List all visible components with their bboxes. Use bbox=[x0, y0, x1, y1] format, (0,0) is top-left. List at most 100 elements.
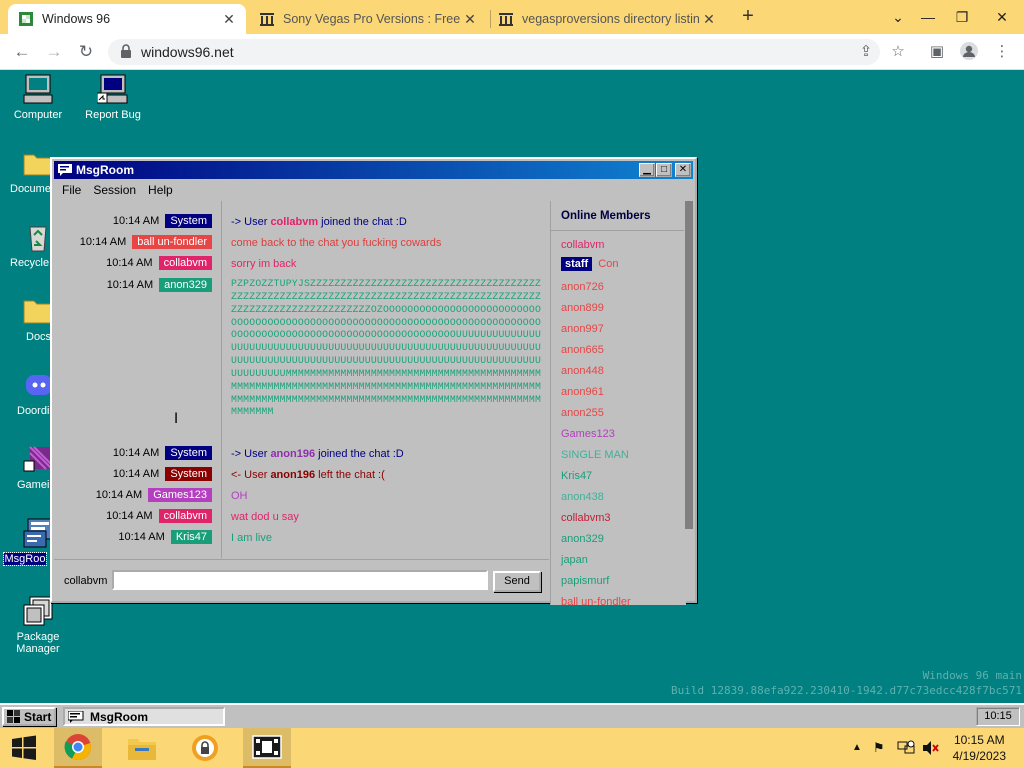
maximize-icon[interactable]: □ bbox=[656, 163, 672, 177]
message-username[interactable]: ball un-fondler bbox=[132, 235, 212, 249]
member-item[interactable]: SINGLE MAN bbox=[561, 449, 629, 461]
share-icon[interactable]: ⇪ bbox=[855, 41, 877, 63]
message-text: come back to the chat you fucking coward… bbox=[231, 237, 442, 249]
tab-windows96[interactable]: Windows 96 ✕ bbox=[8, 4, 246, 34]
back-arrow-icon[interactable]: ← bbox=[10, 41, 34, 63]
flag-icon[interactable]: ⚑ bbox=[873, 740, 885, 756]
computer-icon bbox=[22, 73, 54, 105]
members-scrollbar[interactable] bbox=[684, 201, 694, 561]
window-titlebar[interactable]: MsgRoom ▁ □ ✕ bbox=[54, 161, 693, 179]
chrome-taskbar-icon[interactable] bbox=[54, 728, 102, 768]
member-item[interactable]: anon726 bbox=[561, 281, 604, 293]
address-bar[interactable]: windows96.net bbox=[108, 39, 880, 65]
member-item[interactable]: anon961 bbox=[561, 386, 604, 398]
menu-session[interactable]: Session bbox=[87, 182, 142, 200]
desktop-icon-computer[interactable]: Computer bbox=[0, 73, 76, 121]
new-tab-plus-icon[interactable]: + bbox=[738, 6, 758, 28]
tab-close-icon[interactable]: ✕ bbox=[461, 11, 479, 28]
taskbar-item-msgroom[interactable]: MsgRoom bbox=[63, 707, 225, 726]
member-item[interactable]: papismurf bbox=[561, 575, 609, 587]
member-item[interactable]: anon665 bbox=[561, 344, 604, 356]
menu-help[interactable]: Help bbox=[142, 182, 179, 200]
member-item[interactable]: anon997 bbox=[561, 323, 604, 335]
message-text: -> User collabvm joined the chat :D bbox=[231, 216, 407, 228]
member-item[interactable]: anon448 bbox=[561, 365, 604, 377]
clock-date: 4/19/2023 bbox=[952, 749, 1006, 763]
start-logo-icon bbox=[7, 710, 21, 723]
member-item[interactable]: japan bbox=[561, 554, 588, 566]
message-text: <- User anon196 left the chat :( bbox=[231, 469, 385, 481]
volume-muted-icon[interactable] bbox=[921, 740, 939, 759]
minimize-icon[interactable]: — bbox=[910, 0, 946, 34]
message-text: OH bbox=[231, 490, 248, 502]
message-username[interactable]: collabvm bbox=[158, 256, 212, 270]
member-item[interactable]: anon329 bbox=[561, 533, 604, 545]
windows-start-icon[interactable] bbox=[0, 728, 48, 768]
member-item[interactable]: anon899 bbox=[561, 302, 604, 314]
current-nick: collabvm bbox=[64, 575, 108, 587]
network-icon[interactable] bbox=[897, 740, 915, 759]
message-text-part: left the chat :( bbox=[315, 469, 385, 481]
start-button[interactable]: Start bbox=[2, 707, 56, 726]
message-input[interactable] bbox=[112, 570, 488, 590]
restore-icon[interactable]: ❐ bbox=[944, 0, 980, 34]
message-username[interactable]: System bbox=[165, 214, 212, 228]
message-time: 10:14 AM bbox=[95, 489, 143, 501]
minimize-icon[interactable]: ▁ bbox=[639, 163, 655, 177]
message-username[interactable]: System bbox=[165, 446, 212, 460]
video-editor-taskbar-icon[interactable] bbox=[243, 728, 291, 768]
vpn-shield-icon[interactable] bbox=[181, 728, 229, 768]
message-text-part: <- User bbox=[231, 469, 271, 481]
member-item[interactable]: Games123 bbox=[561, 428, 615, 440]
tab-close-icon[interactable]: ✕ bbox=[220, 11, 238, 28]
desktop-icon-label: MsgRoo bbox=[2, 552, 48, 566]
win96-clock: 10:15 bbox=[976, 707, 1020, 726]
bookmark-star-icon[interactable]: ☆ bbox=[887, 41, 909, 63]
message-meta: 10:14 AM anon329 bbox=[54, 278, 212, 292]
close-icon[interactable]: ✕ bbox=[675, 163, 691, 177]
menu-kebab-icon[interactable]: ⋮ bbox=[991, 41, 1013, 63]
tab-sony-vegas[interactable]: Sony Vegas Pro Versions : Free D ✕ bbox=[249, 4, 487, 34]
message-text-spam: PZPZOZZTUPYJSZZZZZZZZZZZZZZZZZZZZZZZZZZZ… bbox=[231, 278, 542, 418]
start-label: Start bbox=[24, 709, 52, 724]
message-username[interactable]: anon329 bbox=[159, 278, 212, 292]
tray-chevron-up-icon[interactable]: ▲ bbox=[852, 742, 862, 753]
members-header: Online Members bbox=[561, 210, 651, 222]
desktop-icon-report-bug[interactable]: Report Bug bbox=[75, 73, 151, 121]
lock-icon bbox=[120, 44, 132, 58]
text-cursor-icon: I bbox=[174, 411, 179, 427]
member-item[interactable]: staff Con bbox=[561, 257, 618, 271]
message-highlight: collabvm bbox=[270, 216, 319, 228]
reload-icon[interactable]: ↻ bbox=[74, 41, 98, 63]
system-clock[interactable]: 10:15 AM 4/19/2023 bbox=[953, 732, 1006, 764]
message-meta: 10:14 AM System bbox=[54, 446, 212, 460]
message-username[interactable]: collabvm bbox=[158, 509, 212, 523]
member-item[interactable]: ball un-fondler bbox=[561, 596, 631, 605]
tab-close-icon[interactable]: ✕ bbox=[700, 11, 718, 28]
profile-avatar-icon[interactable] bbox=[958, 41, 980, 63]
member-item[interactable]: anon255 bbox=[561, 407, 604, 419]
member-item[interactable]: Kris47 bbox=[561, 470, 592, 482]
message-username[interactable]: System bbox=[165, 467, 212, 481]
file-explorer-icon[interactable] bbox=[118, 728, 166, 768]
send-button[interactable]: Send bbox=[493, 571, 541, 592]
forward-arrow-icon[interactable]: → bbox=[42, 41, 66, 63]
msgroom-task-icon bbox=[67, 710, 84, 723]
menu-file[interactable]: File bbox=[56, 182, 87, 200]
member-item[interactable]: collabvm bbox=[561, 239, 604, 251]
message-text-part: joined the chat :D bbox=[318, 216, 407, 228]
member-item[interactable]: anon438 bbox=[561, 491, 604, 503]
message-username[interactable]: Games123 bbox=[148, 488, 212, 502]
scrollbar-thumb[interactable] bbox=[685, 201, 693, 529]
close-window-icon[interactable]: ✕ bbox=[984, 0, 1020, 34]
message-text: I am live bbox=[231, 532, 272, 544]
desktop-icon-package-manager[interactable]: Package Manager bbox=[0, 595, 76, 655]
browser-tab-strip: Windows 96 ✕ Sony Vegas Pro Versions : F… bbox=[0, 0, 1024, 34]
tab-vegasproversions[interactable]: vegasproversions directory listin ✕ bbox=[488, 4, 726, 34]
message-username[interactable]: Kris47 bbox=[170, 530, 212, 544]
side-panel-icon[interactable]: ▣ bbox=[926, 41, 948, 63]
member-item[interactable]: collabvm3 bbox=[561, 512, 611, 524]
build-line-1: Windows 96 main bbox=[922, 669, 1022, 682]
message-text: sorry im back bbox=[231, 258, 297, 270]
tab-title: Windows 96 bbox=[42, 12, 111, 26]
